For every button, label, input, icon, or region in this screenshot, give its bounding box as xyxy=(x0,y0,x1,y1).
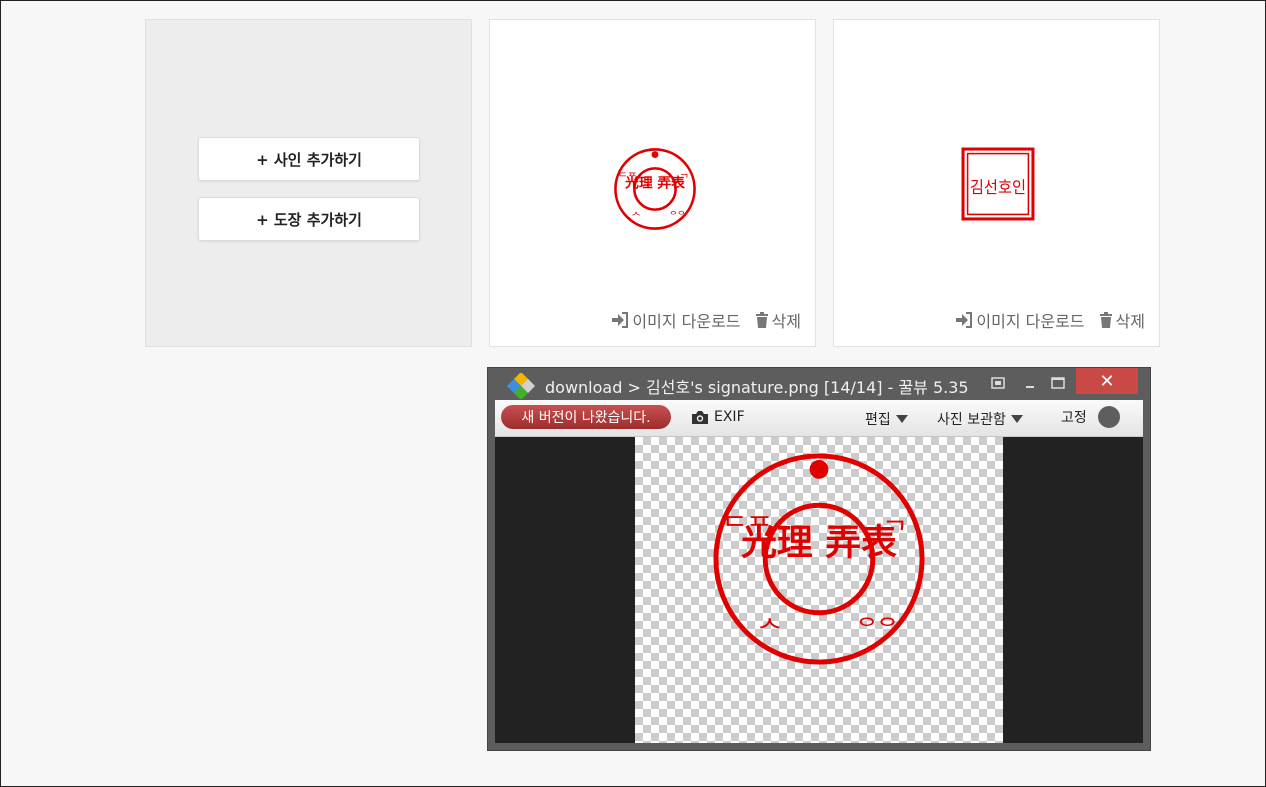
card-actions: 이미지 다운로드 삭제 xyxy=(955,308,1145,332)
delete-label: 삭제 xyxy=(1115,312,1145,331)
pin-label: 고정 xyxy=(1061,410,1087,426)
transparent-background: 光理 弄表 ᄃᄑ ᄀ ᄉ ᄋᄋ xyxy=(635,437,1003,743)
add-item-panel: + 사인 추가하기 + 도장 추가하기 xyxy=(145,19,472,347)
minimize-icon xyxy=(1026,386,1034,388)
svg-text:김선호인: 김선호인 xyxy=(970,177,1026,197)
round-seal-image: 光理 弄表 ᄃᄑ ᄀ ᄉ ᄋᄋ xyxy=(614,148,696,230)
download-icon xyxy=(956,312,973,328)
signature-card: 光理 弄表 ᄃᄑ ᄀ ᄉ ᄋᄋ 이미지 다운로드 삭제 xyxy=(489,19,816,347)
download-icon xyxy=(612,312,629,328)
svg-text:ᄉ: ᄉ xyxy=(631,211,641,223)
delete-button[interactable]: 삭제 xyxy=(1099,308,1145,332)
download-image-button[interactable]: 이미지 다운로드 xyxy=(611,308,741,332)
image-canvas: 光理 弄表 ᄃᄑ ᄀ ᄉ ᄋᄋ xyxy=(495,437,1143,743)
app-logo-icon xyxy=(506,373,536,399)
add-signature-button[interactable]: + 사인 추가하기 xyxy=(198,137,420,181)
trash-icon xyxy=(755,312,768,328)
maximize-button[interactable] xyxy=(1046,370,1070,396)
pin-toggle-icon xyxy=(1097,406,1120,428)
close-button[interactable]: ✕ xyxy=(1076,368,1138,394)
viewer-toolbar: 새 버전이 나왔습니다. EXIF 편집 사진 보관함 고정 xyxy=(495,400,1143,437)
photo-storage-menu[interactable]: 사진 보관함 xyxy=(937,409,1023,429)
svg-text:ᄃᄑ: ᄃᄑ xyxy=(618,171,637,183)
delete-button[interactable]: 삭제 xyxy=(755,308,801,332)
download-label: 이미지 다운로드 xyxy=(632,312,741,331)
restore-button[interactable] xyxy=(986,370,1010,396)
card-actions: 이미지 다운로드 삭제 xyxy=(611,308,801,332)
viewer-titlebar[interactable]: download > 김선호's signature.png [14/14] -… xyxy=(488,368,1150,400)
svg-text:ᄃᄑ: ᄃᄑ xyxy=(723,513,772,544)
svg-text:ᄉ: ᄉ xyxy=(757,616,782,647)
page-frame: + 사인 추가하기 + 도장 추가하기 光理 弄表 ᄃᄑ ᄀ ᄉ ᄋᄋ 이미지 … xyxy=(0,0,1266,787)
new-version-button[interactable]: 새 버전이 나왔습니다. xyxy=(501,405,671,429)
svg-text:ᄋᄋ: ᄋᄋ xyxy=(669,210,685,221)
edit-label: 편집 xyxy=(865,412,891,428)
exif-button[interactable]: EXIF xyxy=(691,409,745,425)
exif-label: EXIF xyxy=(714,409,745,425)
viewer-title: download > 김선호's signature.png [14/14] -… xyxy=(545,378,969,397)
svg-text:ᄀ: ᄀ xyxy=(883,517,908,548)
round-seal-preview: 光理 弄表 ᄃᄑ ᄀ ᄉ ᄋᄋ xyxy=(713,453,925,665)
edit-menu[interactable]: 편집 xyxy=(865,409,908,429)
add-stamp-button[interactable]: + 도장 추가하기 xyxy=(198,197,420,241)
camera-icon xyxy=(692,410,708,424)
download-label: 이미지 다운로드 xyxy=(976,312,1085,331)
download-image-button[interactable]: 이미지 다운로드 xyxy=(955,308,1085,332)
restore-icon xyxy=(991,377,1005,389)
dropdown-arrow-icon xyxy=(1010,415,1023,423)
svg-text:ᄋᄋ: ᄋᄋ xyxy=(857,615,898,641)
svg-text:ᄀ: ᄀ xyxy=(679,173,689,185)
maximize-icon xyxy=(1051,377,1065,389)
photo-storage-label: 사진 보관함 xyxy=(937,412,1006,428)
stamp-card: 김선호인 이미지 다운로드 삭제 xyxy=(833,19,1160,347)
image-viewer-window: download > 김선호's signature.png [14/14] -… xyxy=(487,367,1151,751)
delete-label: 삭제 xyxy=(771,312,801,331)
dropdown-arrow-icon xyxy=(895,415,908,423)
square-seal-image: 김선호인 xyxy=(961,147,1035,221)
close-icon: ✕ xyxy=(1099,370,1115,392)
minimize-button[interactable] xyxy=(1018,370,1042,396)
trash-icon xyxy=(1099,312,1112,328)
pin-toggle[interactable]: 고정 xyxy=(1061,406,1120,428)
